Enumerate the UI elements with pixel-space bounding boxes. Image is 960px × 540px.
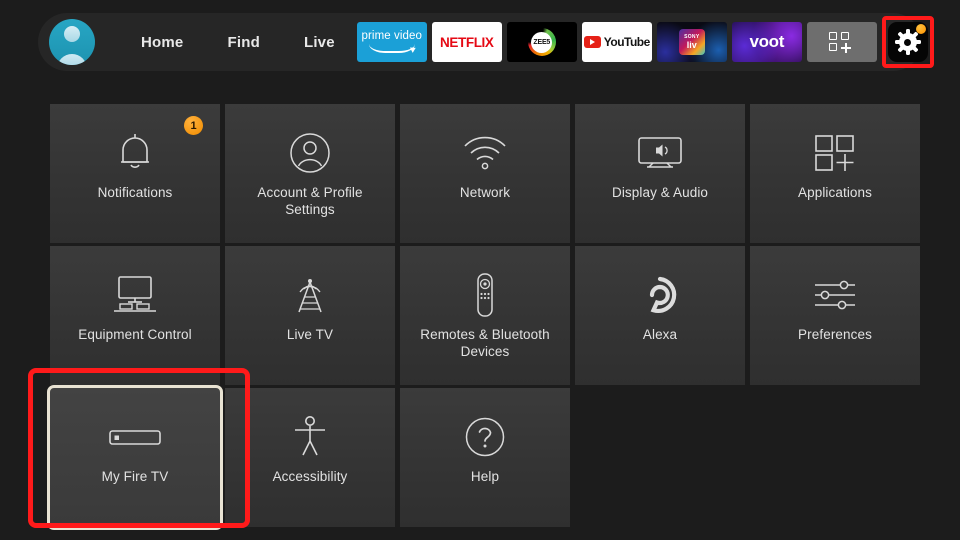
settings-tile-alexa[interactable]: Alexa: [575, 246, 745, 385]
settings-tile-accessibility[interactable]: Accessibility: [225, 388, 395, 527]
netflix-label: NETFLIX: [440, 34, 494, 50]
nav-item-find[interactable]: Find: [205, 34, 281, 51]
app-shortcut-youtube[interactable]: YouTube: [581, 22, 652, 62]
tile-label: Accessibility: [272, 469, 348, 484]
app-shortcut-prime-video[interactable]: prime video: [356, 22, 427, 62]
avatar-head: [64, 26, 80, 42]
settings-tile-display-audio[interactable]: Display & Audio: [575, 104, 745, 243]
tile-label: My Fire TV: [101, 469, 169, 484]
sony-liv-logo-icon: SONY liv: [678, 29, 705, 55]
tile-label: Alexa: [642, 327, 678, 342]
settings-tile-applications[interactable]: Applications: [750, 104, 920, 243]
apps-grid-icon: [813, 122, 857, 184]
alexa-ring-icon: [640, 264, 680, 326]
liv-label: liv: [686, 39, 697, 50]
tile-label: Display & Audio: [611, 185, 709, 200]
sliders-icon: [812, 264, 858, 326]
apps-grid-plus-icon: [828, 32, 855, 53]
app-shortcut-add-apps[interactable]: [806, 22, 877, 62]
question-circle-icon: [464, 406, 506, 468]
nav-item-live[interactable]: Live: [282, 34, 357, 51]
profile-avatar-icon[interactable]: [49, 19, 95, 65]
person-circle-icon: [289, 122, 331, 184]
tile-label: Preferences: [798, 327, 872, 342]
accessibility-icon: [291, 406, 329, 468]
settings-tile-my-fire-tv[interactable]: My Fire TV: [47, 385, 223, 530]
app-shortcut-netflix[interactable]: NETFLIX: [431, 22, 502, 62]
tile-label: Applications: [798, 185, 872, 200]
tile-label: Live TV: [286, 327, 334, 342]
tile-label: Equipment Control: [78, 327, 192, 342]
prime-video-label: prime video: [361, 30, 423, 43]
youtube-label: YouTube: [603, 35, 651, 49]
top-navigation-bar: Home Find Live prime video NETFLIX ZEE5 …: [38, 13, 934, 71]
antenna-icon: [288, 264, 332, 326]
main-nav: Home Find Live: [119, 34, 357, 51]
remote-icon: [472, 264, 498, 326]
avatar[interactable]: [49, 19, 95, 65]
app-shortcut-sony-liv[interactable]: SONY liv: [656, 22, 727, 62]
settings-tile-preferences[interactable]: Preferences: [750, 246, 920, 385]
settings-tile-account-profile-settings[interactable]: Account & Profile Settings: [225, 104, 395, 243]
zee5-ring-icon: ZEE5: [527, 28, 556, 56]
tile-label: Notifications: [97, 185, 173, 200]
app-shortcut-zee5[interactable]: ZEE5: [506, 22, 577, 62]
settings-tile-remotes-bluetooth-devices[interactable]: Remotes & Bluetooth Devices: [400, 246, 570, 385]
settings-tile-equipment-control[interactable]: Equipment Control: [50, 246, 220, 385]
app-shortcut-voot[interactable]: voot: [731, 22, 802, 62]
nav-item-home[interactable]: Home: [119, 34, 205, 51]
avatar-body: [57, 54, 87, 65]
settings-tile-grid: Notifications 1 Account & Profile Settin…: [47, 104, 920, 530]
prime-video-smile-icon: [368, 44, 415, 53]
settings-gear-button[interactable]: [881, 16, 934, 68]
sony-label: SONY: [684, 33, 700, 40]
equipment-icon: [110, 264, 160, 326]
settings-tile-notifications[interactable]: Notifications 1: [50, 104, 220, 243]
settings-tile-network[interactable]: Network: [400, 104, 570, 243]
wifi-icon: [462, 122, 508, 184]
settings-highlight-box: [881, 16, 934, 68]
youtube-play-icon: [583, 36, 601, 48]
tile-label: Network: [459, 185, 511, 200]
fire-tv-stick-icon: [108, 406, 162, 468]
tile-label: Remotes & Bluetooth Devices: [420, 327, 550, 359]
tile-label: Help: [470, 469, 500, 484]
voot-label: voot: [749, 32, 785, 51]
tile-label: Account & Profile Settings: [257, 185, 363, 217]
notifications-badge: 1: [184, 116, 203, 135]
settings-tile-help[interactable]: Help: [400, 388, 570, 527]
settings-tile-live-tv[interactable]: Live TV: [225, 246, 395, 385]
app-shortcuts-strip: prime video NETFLIX ZEE5 YouTube SONY li…: [356, 16, 934, 68]
tv-audio-icon: [635, 122, 685, 184]
fire-tv-settings-screen: Home Find Live prime video NETFLIX ZEE5 …: [0, 0, 960, 540]
zee5-label: ZEE5: [533, 38, 551, 46]
bell-icon: [115, 122, 155, 184]
